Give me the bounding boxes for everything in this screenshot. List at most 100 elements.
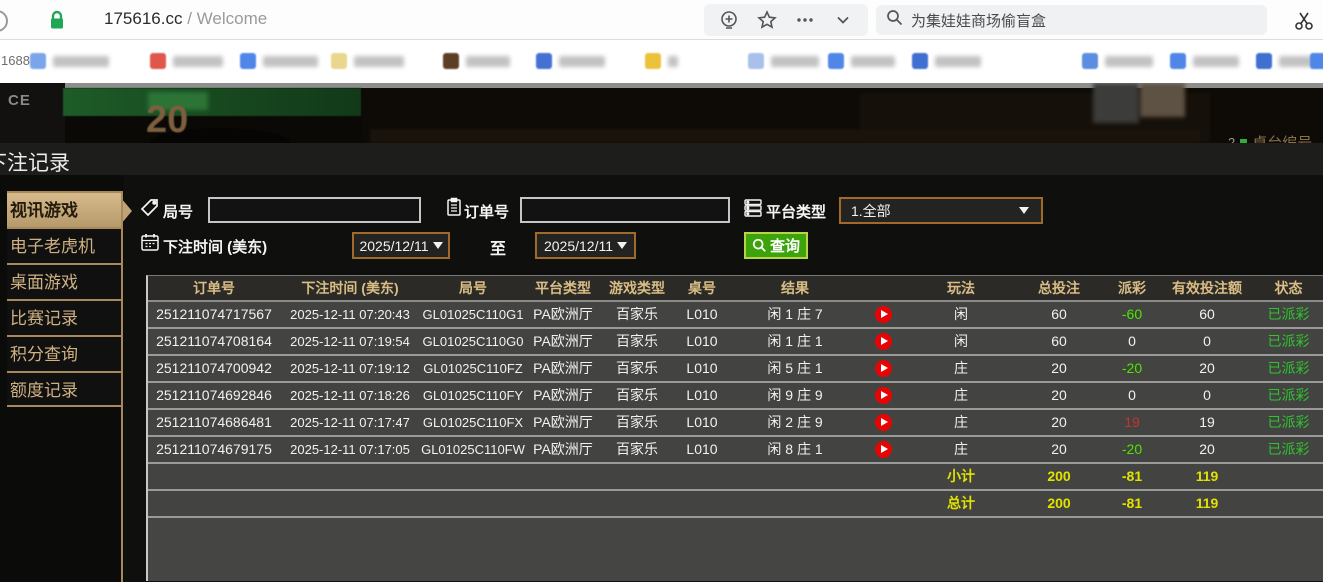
query-button[interactable]: 查询 [744, 232, 808, 259]
cell-playType: 闲 [906, 329, 1016, 354]
cell-time: 2025-12-11 07:19:12 [280, 356, 420, 381]
sidebar-item-1[interactable]: 电子老虎机 [7, 227, 122, 263]
cell-payout: 0 [1102, 383, 1162, 408]
cell-valid: 20 [1162, 437, 1252, 462]
cell-valid: 0 [1162, 383, 1252, 408]
cell-time: 2025-12-11 07:17:05 [280, 437, 420, 462]
bookmark-item[interactable] [30, 51, 109, 71]
bookmark-label-blurred [354, 56, 404, 67]
ellipsis-icon[interactable] [792, 7, 818, 33]
browser-search-input[interactable] [911, 12, 1257, 29]
send-plus-icon[interactable] [716, 7, 742, 33]
bookmark-item[interactable] [536, 51, 605, 71]
bookmark-item[interactable] [1170, 51, 1239, 71]
cell-valid: 0 [1162, 329, 1252, 354]
cell-order: 251211074708164 [148, 329, 280, 354]
bookmark-item[interactable] [645, 51, 678, 71]
cell-playType: 庄 [906, 410, 1016, 435]
total-row: 总计200-81119 [148, 491, 1323, 518]
cell-playType: 闲 [906, 302, 1016, 327]
cell-platform: PA欧洲厅 [526, 383, 600, 408]
bookmark-item[interactable] [443, 51, 510, 71]
search-icon [752, 238, 767, 253]
partial-profile-icon[interactable] [0, 10, 8, 32]
round-filter-label: 局号 [163, 201, 193, 222]
cell-tableNo: L010 [674, 356, 730, 381]
table-row: 2512110747081642025-12-11 07:19:54GL0102… [148, 329, 1323, 356]
platform-icon [743, 198, 763, 218]
browser-search-box[interactable] [876, 5, 1267, 35]
cell-game: 百家乐 [600, 356, 674, 381]
scissors-icon[interactable] [1293, 10, 1315, 37]
header-status: 状态 [1252, 276, 1323, 300]
sidebar-item-5[interactable]: 额度记录 [7, 371, 122, 407]
sidebar-item-2[interactable]: 桌面游戏 [7, 263, 122, 299]
star-icon[interactable] [754, 7, 780, 33]
bookmark-item[interactable] [150, 51, 223, 71]
play-icon[interactable] [875, 387, 892, 404]
table-row: 2512110746864812025-12-11 07:17:47GL0102… [148, 410, 1323, 437]
cell-valid: 20 [1162, 356, 1252, 381]
play-icon-cell [860, 302, 906, 327]
banner-blur-block [1093, 83, 1139, 123]
play-icon-cell [860, 356, 906, 381]
cell-platform: PA欧洲厅 [526, 437, 600, 462]
summary-payout: -81 [1102, 491, 1162, 516]
banner-number: 20 [146, 99, 188, 142]
sidebar-item-0[interactable]: 视讯游戏 [7, 191, 122, 227]
header-time: 下注时间 (美东) [280, 276, 420, 300]
order-input[interactable] [520, 197, 730, 223]
cell-game: 百家乐 [600, 329, 674, 354]
platform-select[interactable]: 1.全部 [839, 197, 1043, 224]
play-icon[interactable] [875, 441, 892, 458]
bookmark-favicon [1170, 53, 1186, 69]
bookmark-label-blurred [771, 56, 819, 67]
bookmark-item[interactable] [748, 51, 819, 71]
cell-status: 已派彩 [1252, 410, 1323, 435]
chevron-down-icon[interactable] [830, 7, 856, 33]
summary-spacer [148, 491, 906, 516]
bookmark-item[interactable] [1082, 51, 1153, 71]
summary-spacer [148, 464, 906, 489]
date-to-select[interactable]: 2025/12/11 [535, 232, 636, 259]
cell-result: 闲 1 庄 7 [730, 302, 860, 327]
cell-total: 60 [1016, 302, 1102, 327]
lock-icon[interactable] [49, 10, 65, 35]
sidebar: 视讯游戏电子老虎机桌面游戏比赛记录积分查询额度记录 [0, 175, 124, 582]
sidebar-item-4[interactable]: 积分查询 [7, 335, 122, 371]
cell-result: 闲 8 庄 1 [730, 437, 860, 462]
bookmark-item[interactable] [912, 51, 981, 71]
cell-valid: 60 [1162, 302, 1252, 327]
bookmark-item[interactable] [331, 51, 404, 71]
bookmark-label-blurred [173, 56, 223, 67]
cell-order: 251211074700942 [148, 356, 280, 381]
bookmark-favicon [748, 53, 764, 69]
play-icon[interactable] [875, 360, 892, 377]
play-icon[interactable] [875, 414, 892, 431]
play-icon[interactable] [875, 333, 892, 350]
cell-tableNo: L010 [674, 302, 730, 327]
round-input[interactable] [208, 197, 421, 223]
bookmark-item[interactable] [828, 51, 895, 71]
sidebar-divider [121, 191, 123, 582]
url-path: Welcome [197, 9, 268, 28]
cell-playType: 庄 [906, 437, 1016, 462]
url-text[interactable]: 175616.cc / Welcome [104, 9, 267, 29]
sidebar-item-3[interactable]: 比赛记录 [7, 299, 122, 335]
page-title: 下注记录 [0, 147, 70, 175]
table-number-prefix: 2 [1228, 135, 1235, 143]
bookmark-item[interactable] [240, 51, 318, 71]
dropdown-arrow-icon [617, 242, 627, 249]
bookmark-item[interactable] [1310, 51, 1323, 71]
bookmark-partial-label[interactable]: 1688 [1, 53, 30, 68]
cell-platform: PA欧洲厅 [526, 329, 600, 354]
table-row: 2512110746928462025-12-11 07:18:26GL0102… [148, 383, 1323, 410]
cell-round: GL01025C110FY [420, 383, 526, 408]
bookmarks-bar: 1688 [0, 40, 1323, 83]
table-number-label: 桌台编号 [1252, 132, 1312, 143]
bookmark-label-blurred [1105, 56, 1153, 67]
cell-payout: 0 [1102, 329, 1162, 354]
cell-order: 251211074717567 [148, 302, 280, 327]
play-icon[interactable] [875, 306, 892, 323]
date-from-select[interactable]: 2025/12/11 [352, 232, 450, 259]
